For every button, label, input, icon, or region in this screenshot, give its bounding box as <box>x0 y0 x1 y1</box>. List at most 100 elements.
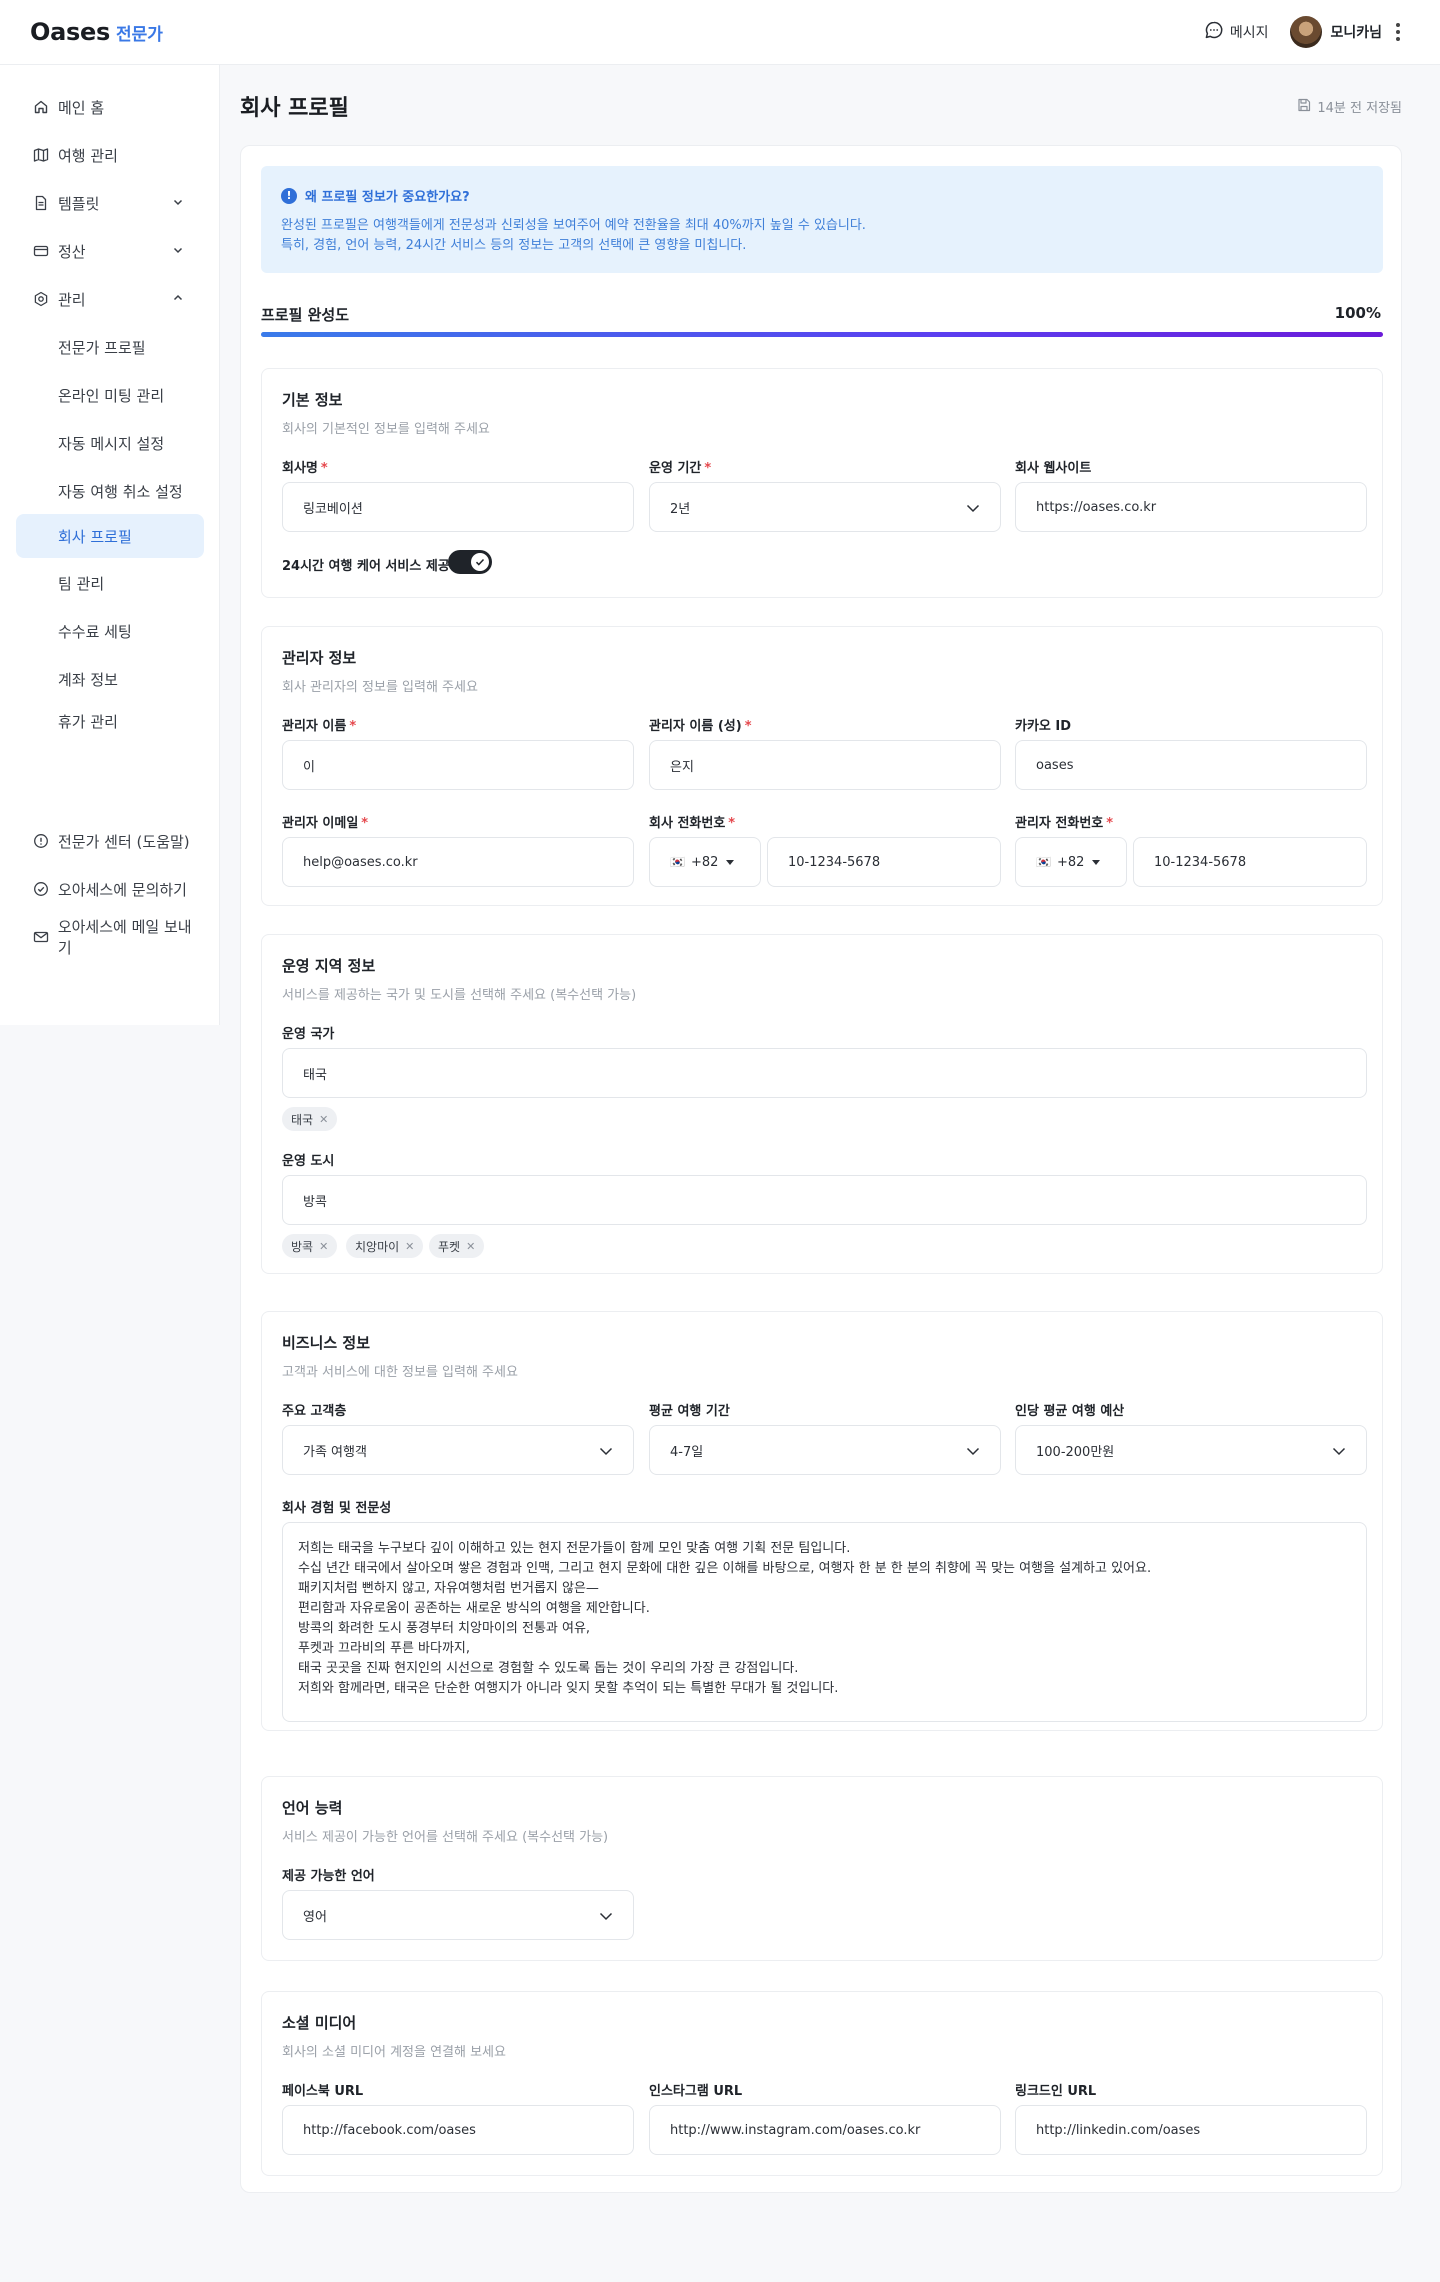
sidebar-item-send-mail[interactable]: 오아세스에 메일 보내기 <box>16 917 204 957</box>
chevron-down-icon <box>599 1447 613 1456</box>
progress-label: 프로필 완성도 <box>261 306 350 324</box>
manager-phone-input[interactable]: 10-1234-5678 <box>1133 837 1367 887</box>
country-chip[interactable]: 태국 ✕ <box>282 1107 338 1131</box>
progress-bar-fill <box>261 332 1383 337</box>
kakao-id-input[interactable]: oases <box>1015 740 1367 790</box>
username[interactable]: 모니카님 <box>1330 22 1382 42</box>
sidebar-item-main-home[interactable]: 메인 홈 <box>16 87 204 127</box>
section-subtitle: 서비스를 제공하는 국가 및 도시를 선택해 주세요 (복수선택 가능) <box>282 988 637 1003</box>
manager-info-section: 관리자 정보 회사 관리자의 정보를 입력해 주세요 관리자 이름 * 이 관리자… <box>261 626 1383 906</box>
info-box: ! 왜 프로필 정보가 중요한가요? 완성된 프로필은 여행객들에게 전문성과 … <box>261 166 1383 273</box>
remove-icon[interactable]: ✕ <box>405 1240 414 1253</box>
care-service-label: 24시간 여행 케어 서비스 제공 <box>282 559 450 574</box>
section-subtitle: 회사의 소셜 미디어 계정을 연결해 보세요 <box>282 2045 506 2060</box>
city-input[interactable]: 방콕 <box>282 1175 1367 1225</box>
manager-email-input[interactable]: help@oases.co.kr <box>282 837 634 887</box>
chevron-down-icon <box>1332 1447 1346 1456</box>
basic-info-section: 기본 정보 회사의 기본적인 정보를 입력해 주세요 회사명 * 링코베이션 운영… <box>261 368 1383 598</box>
sidebar-item-label: 자동 메시지 설정 <box>58 434 165 453</box>
korea-flag-icon: 🇰🇷 <box>670 855 685 869</box>
sidebar-item-vacation[interactable]: 휴가 관리 <box>16 701 204 741</box>
sidebar-item-label: 계좌 정보 <box>58 670 118 689</box>
company-name-label: 회사명 * <box>282 461 328 476</box>
sidebar-item-label: 오아세스에 메일 보내기 <box>57 918 192 957</box>
sidebar-item-contact[interactable]: 오아세스에 문의하기 <box>16 869 204 909</box>
sidebar-item-management[interactable]: 관리 <box>16 279 204 319</box>
sidebar-item-label: 수수료 세팅 <box>58 622 132 641</box>
progress-bar <box>261 332 1383 337</box>
manager-last-name-label: 관리자 이름 * <box>282 719 357 734</box>
city-chip[interactable]: 치앙마이 ✕ <box>346 1234 424 1258</box>
check-icon <box>475 558 485 566</box>
sidebar-item-fee-settings[interactable]: 수수료 세팅 <box>16 611 204 651</box>
sidebar-item-trip-management[interactable]: 여행 관리 <box>16 135 204 175</box>
operation-period-label: 운영 기간 * <box>649 461 712 476</box>
company-phone-code-select[interactable]: 🇰🇷 +82 <box>649 837 761 887</box>
sidebar-item-account-info[interactable]: 계좌 정보 <box>16 659 204 699</box>
duration-select[interactable]: 4-7일 <box>649 1425 1001 1475</box>
messages-button[interactable]: 메시지 <box>1204 20 1268 44</box>
website-input[interactable]: https://oases.co.kr <box>1015 482 1367 532</box>
sidebar-item-label: 템플릿 <box>58 194 100 213</box>
sidebar: 메인 홈 여행 관리 템플릿 정산 관리 전문가 프로필 온라인 미팅 관리 자… <box>0 65 220 1025</box>
city-chip[interactable]: 방콕 ✕ <box>282 1234 338 1258</box>
section-title: 비즈니스 정보 <box>282 1334 371 1352</box>
care-service-toggle[interactable] <box>448 550 492 574</box>
more-menu-icon[interactable] <box>1396 23 1400 41</box>
credit-card-icon <box>32 242 50 260</box>
budget-label: 인당 평균 여행 예산 <box>1015 1404 1125 1419</box>
map-icon <box>32 146 50 164</box>
progress-value: 100% <box>1334 304 1381 322</box>
logo[interactable]: Oases 전문가 <box>30 18 163 46</box>
page-title: 회사 프로필 <box>240 96 349 121</box>
manager-phone-code-select[interactable]: 🇰🇷 +82 <box>1015 837 1127 887</box>
logo-text: Oases <box>30 18 110 46</box>
sidebar-item-label: 오아세스에 문의하기 <box>58 880 187 899</box>
chat-bubble-icon <box>1204 20 1224 44</box>
manager-first-name-input[interactable]: 은지 <box>649 740 1001 790</box>
sidebar-item-company-profile[interactable]: 회사 프로필 <box>16 514 204 558</box>
sidebar-item-label: 전문가 센터 (도움말) <box>58 832 190 851</box>
info-icon: ! <box>281 187 297 204</box>
chevron-up-icon <box>173 294 183 301</box>
budget-select[interactable]: 100-200만원 <box>1015 1425 1367 1475</box>
section-subtitle: 회사의 기본적인 정보를 입력해 주세요 <box>282 422 490 437</box>
country-input[interactable]: 태국 <box>282 1048 1367 1098</box>
language-section: 언어 능력 서비스 제공이 가능한 언어를 선택해 주세요 (복수선택 가능) … <box>261 1776 1383 1961</box>
sidebar-item-auto-cancel[interactable]: 자동 여행 취소 설정 <box>16 471 204 511</box>
experience-textarea[interactable]: 저희는 태국을 누구보다 깊이 이해하고 있는 현지 전문가들이 함께 모인 맞… <box>282 1522 1367 1722</box>
gear-icon <box>32 290 50 308</box>
remove-icon[interactable]: ✕ <box>466 1240 475 1253</box>
operation-period-select[interactable]: 2년 <box>649 482 1001 532</box>
language-label: 제공 가능한 언어 <box>282 1869 375 1884</box>
manager-last-name-input[interactable]: 이 <box>282 740 634 790</box>
language-select[interactable]: 영어 <box>282 1890 634 1940</box>
social-section: 소셜 미디어 회사의 소셜 미디어 계정을 연결해 보세요 페이스북 URL h… <box>261 1991 1383 2176</box>
sidebar-item-templates[interactable]: 템플릿 <box>16 183 204 223</box>
linkedin-input[interactable]: http://linkedin.com/oases <box>1015 2105 1367 2155</box>
manager-email-label: 관리자 이메일 * <box>282 816 369 831</box>
sidebar-item-team[interactable]: 팀 관리 <box>16 563 204 603</box>
save-status-text: 14분 전 저장됨 <box>1317 101 1402 116</box>
avatar[interactable] <box>1290 16 1323 48</box>
sidebar-item-online-meeting[interactable]: 온라인 미팅 관리 <box>16 375 204 415</box>
sidebar-item-expert-profile[interactable]: 전문가 프로필 <box>16 327 204 367</box>
facebook-label: 페이스북 URL <box>282 2084 364 2099</box>
city-chip[interactable]: 푸켓 ✕ <box>429 1234 485 1258</box>
info-circle-icon <box>32 832 50 850</box>
sidebar-item-label: 자동 여행 취소 설정 <box>58 482 183 501</box>
company-name-input[interactable]: 링코베이션 <box>282 482 634 532</box>
company-phone-input[interactable]: 10-1234-5678 <box>767 837 1001 887</box>
section-title: 관리자 정보 <box>282 649 357 667</box>
sidebar-item-auto-message[interactable]: 자동 메시지 설정 <box>16 423 204 463</box>
remove-icon[interactable]: ✕ <box>319 1113 328 1126</box>
sidebar-item-help-center[interactable]: 전문가 센터 (도움말) <box>16 821 204 861</box>
linkedin-label: 링크드인 URL <box>1015 2084 1097 2099</box>
chevron-down-icon <box>599 1912 613 1921</box>
facebook-input[interactable]: http://facebook.com/oases <box>282 2105 634 2155</box>
sidebar-item-settlement[interactable]: 정산 <box>16 231 204 271</box>
audience-select[interactable]: 가족 여행객 <box>282 1425 634 1475</box>
instagram-label: 인스타그램 URL <box>649 2084 743 2099</box>
instagram-input[interactable]: http://www.instagram.com/oases.co.kr <box>649 2105 1001 2155</box>
remove-icon[interactable]: ✕ <box>319 1240 328 1253</box>
